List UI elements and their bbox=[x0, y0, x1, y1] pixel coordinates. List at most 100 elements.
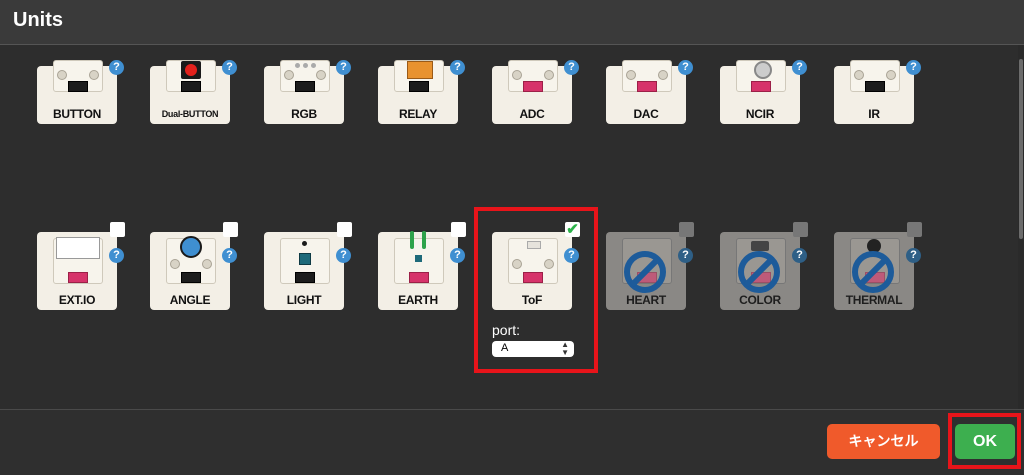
title-bar: Units bbox=[0, 0, 1024, 45]
screw-icon bbox=[626, 70, 636, 80]
unit-label: HEART bbox=[626, 293, 666, 307]
connector-icon bbox=[68, 272, 88, 283]
screw-icon bbox=[854, 70, 864, 80]
highlight-frame bbox=[474, 207, 598, 373]
unit-label: RGB bbox=[291, 107, 317, 121]
screw-icon bbox=[316, 70, 326, 80]
unit-label: IR bbox=[868, 107, 880, 121]
probe-icon bbox=[422, 231, 426, 249]
unit-card-relay[interactable]: RELAY ? bbox=[378, 60, 465, 124]
help-icon[interactable]: ? bbox=[792, 248, 807, 263]
help-icon[interactable]: ? bbox=[222, 60, 237, 75]
unit-card-button[interactable]: BUTTON ? bbox=[37, 60, 124, 124]
help-icon[interactable]: ? bbox=[906, 248, 921, 263]
help-icon[interactable]: ? bbox=[792, 60, 807, 75]
connector-icon bbox=[181, 272, 201, 283]
unit-checkbox[interactable] bbox=[907, 222, 922, 237]
cancel-button[interactable]: キャンセル bbox=[827, 424, 940, 459]
connector-icon bbox=[295, 81, 315, 92]
help-icon[interactable]: ? bbox=[564, 60, 579, 75]
chip-icon bbox=[415, 255, 422, 262]
unit-board bbox=[53, 60, 103, 92]
unit-card-angle[interactable]: ANGLE ? bbox=[150, 222, 238, 310]
help-icon[interactable]: ? bbox=[336, 60, 351, 75]
unit-card-color[interactable]: COLOR ? bbox=[720, 222, 808, 310]
unit-label: ADC bbox=[519, 107, 545, 121]
hole-icon bbox=[302, 241, 307, 246]
unit-label: DAC bbox=[633, 107, 659, 121]
screw-icon bbox=[202, 259, 212, 269]
unit-label: ANGLE bbox=[169, 293, 211, 307]
help-icon[interactable]: ? bbox=[109, 248, 124, 263]
unit-board bbox=[166, 60, 216, 92]
unit-board bbox=[508, 60, 558, 92]
window-title: Units bbox=[13, 9, 63, 31]
help-icon[interactable]: ? bbox=[906, 60, 921, 75]
unit-checkbox[interactable] bbox=[793, 222, 808, 237]
screw-icon bbox=[544, 70, 554, 80]
help-icon[interactable]: ? bbox=[450, 60, 465, 75]
unit-checkbox[interactable] bbox=[679, 222, 694, 237]
unit-checkbox[interactable] bbox=[110, 222, 125, 237]
led-icon bbox=[295, 63, 300, 68]
sensor-icon bbox=[754, 61, 772, 79]
connector-icon bbox=[409, 272, 429, 283]
help-icon[interactable]: ? bbox=[109, 60, 124, 75]
knob-icon bbox=[180, 236, 202, 258]
unit-board bbox=[166, 236, 216, 284]
ok-highlight-frame bbox=[948, 413, 1021, 469]
unit-checkbox[interactable] bbox=[451, 222, 466, 237]
screw-icon bbox=[284, 70, 294, 80]
screw-icon bbox=[89, 70, 99, 80]
help-icon[interactable]: ? bbox=[450, 248, 465, 263]
unit-card-earth[interactable]: EARTH ? bbox=[378, 222, 466, 310]
unit-label: NCIR bbox=[745, 107, 775, 121]
connector-icon bbox=[751, 81, 771, 92]
unit-card-ext-io[interactable]: EXT.IO ? bbox=[37, 222, 125, 310]
relay-icon bbox=[407, 61, 433, 79]
connector-icon bbox=[637, 81, 657, 92]
screw-icon bbox=[57, 70, 67, 80]
unit-label: LIGHT bbox=[286, 293, 322, 307]
connector-icon bbox=[181, 81, 201, 92]
scrollbar-thumb[interactable] bbox=[1019, 59, 1023, 239]
unit-board bbox=[850, 60, 900, 92]
connector-icon bbox=[68, 81, 88, 92]
unavailable-icon bbox=[624, 251, 666, 293]
unit-card-adc[interactable]: ADC ? bbox=[492, 60, 579, 124]
unavailable-icon bbox=[738, 251, 780, 293]
unit-card-ncir[interactable]: NCIR ? bbox=[720, 60, 807, 124]
unit-board bbox=[736, 60, 786, 92]
unit-card-rgb[interactable]: RGB ? bbox=[264, 60, 351, 124]
unit-board bbox=[53, 237, 103, 284]
unit-card-light[interactable]: LIGHT ? bbox=[264, 222, 352, 310]
connector-icon bbox=[523, 81, 543, 92]
unit-card-ir[interactable]: IR ? bbox=[834, 60, 921, 124]
unit-board bbox=[394, 231, 444, 284]
unit-checkbox[interactable] bbox=[223, 222, 238, 237]
connector-icon bbox=[865, 81, 885, 92]
help-icon[interactable]: ? bbox=[222, 248, 237, 263]
unit-label: EXT.IO bbox=[58, 293, 96, 307]
unit-card-dac[interactable]: DAC ? bbox=[606, 60, 693, 124]
unit-label: COLOR bbox=[739, 293, 781, 307]
connector-icon bbox=[295, 272, 315, 283]
screw-icon bbox=[886, 70, 896, 80]
unit-label: BUTTON bbox=[53, 107, 101, 121]
unit-card-thermal[interactable]: THERMAL ? bbox=[834, 222, 922, 310]
help-icon[interactable]: ? bbox=[678, 248, 693, 263]
vertical-scrollbar[interactable] bbox=[1018, 45, 1024, 409]
red-button-icon bbox=[185, 64, 197, 76]
unavailable-icon bbox=[852, 251, 894, 293]
unit-board bbox=[280, 238, 330, 284]
unit-card-dual-button[interactable]: Dual-BUTTON ? bbox=[150, 60, 237, 124]
led-icon bbox=[303, 63, 308, 68]
unit-checkbox[interactable] bbox=[337, 222, 352, 237]
help-icon[interactable]: ? bbox=[678, 60, 693, 75]
screw-icon bbox=[512, 70, 522, 80]
unit-label: Dual-BUTTON bbox=[161, 109, 219, 119]
connector-icon bbox=[409, 81, 429, 92]
help-icon[interactable]: ? bbox=[336, 248, 351, 263]
unit-card-heart[interactable]: HEART ? bbox=[606, 222, 694, 310]
unit-board bbox=[394, 60, 444, 92]
